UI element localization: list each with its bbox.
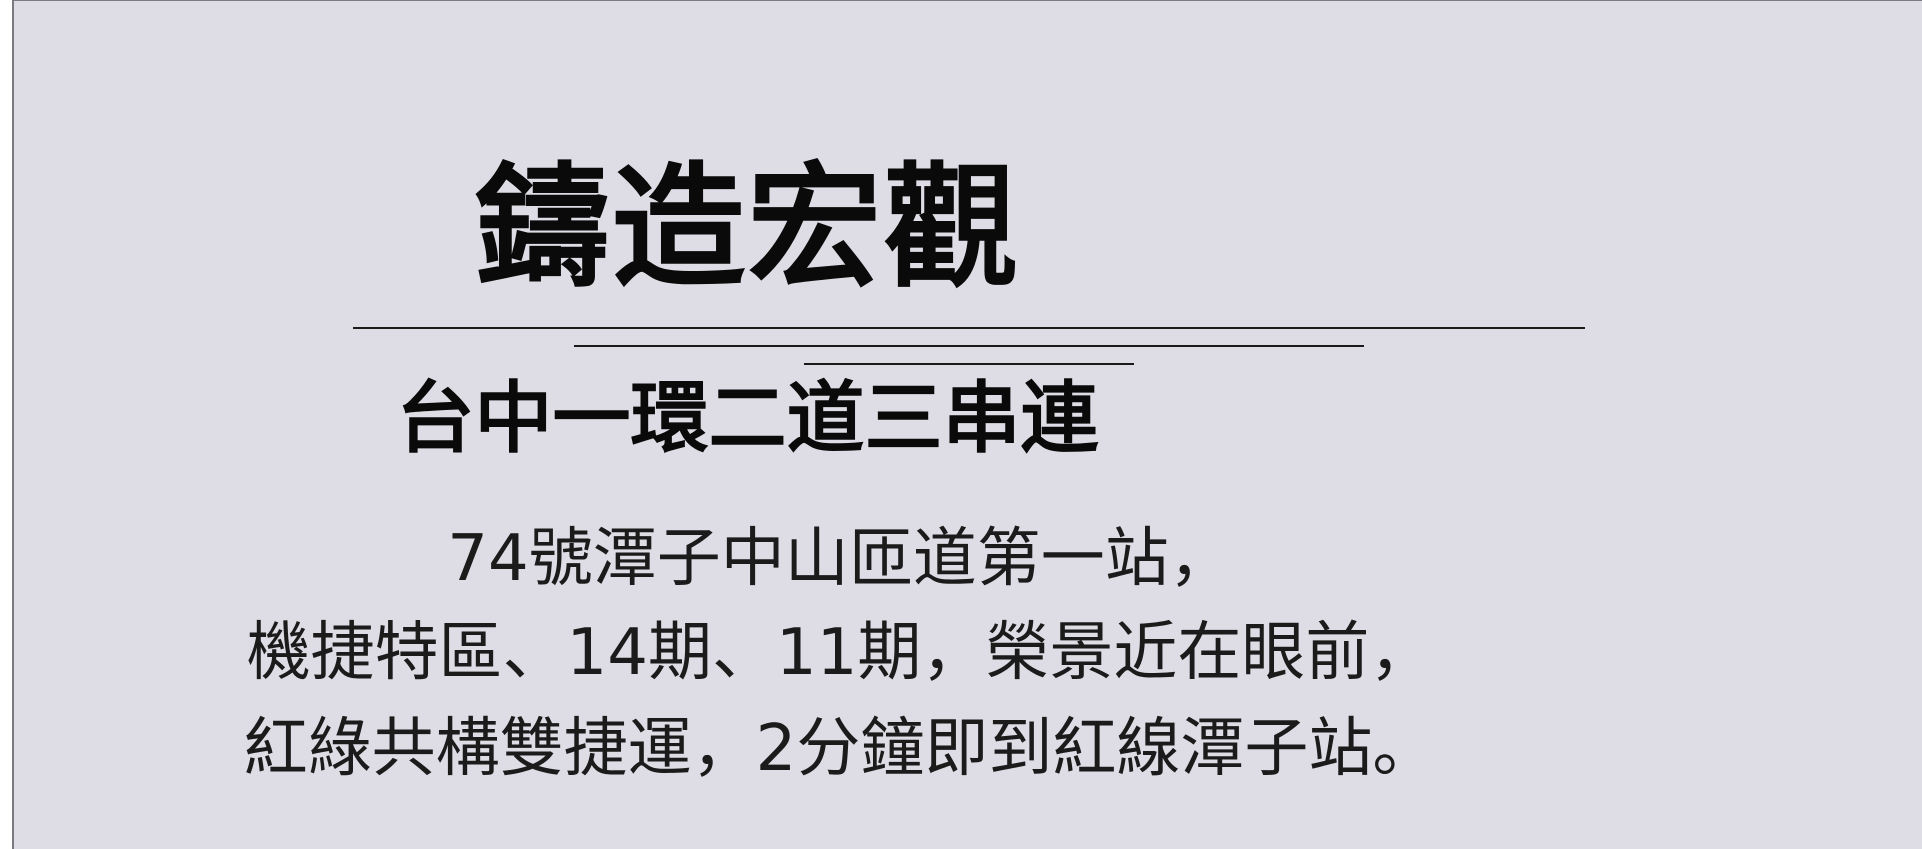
body-line-2: 機捷特區、14期、11期，榮景近在眼前， [246, 616, 1434, 690]
body-line-1: 74號潭子中山匝道第一站， [447, 522, 1233, 596]
ad-canvas: 鑄造宏觀 台中一環二道三串連 74號潭子中山匝道第一站， 機捷特區、14期、11… [0, 0, 1922, 849]
headline-title: 鑄造宏觀 [475, 148, 1020, 306]
divider-rule-long [353, 327, 1585, 329]
divider-rule-short [804, 363, 1134, 365]
ad-panel: 鑄造宏觀 台中一環二道三串連 74號潭子中山匝道第一站， 機捷特區、14期、11… [12, 0, 1922, 849]
body-line-3: 紅綠共構雙捷運，2分鐘即到紅線潭子站。 [243, 712, 1437, 786]
headline-subtitle: 台中一環二道三串連 [396, 373, 1099, 464]
divider-rule-medium [574, 345, 1364, 347]
